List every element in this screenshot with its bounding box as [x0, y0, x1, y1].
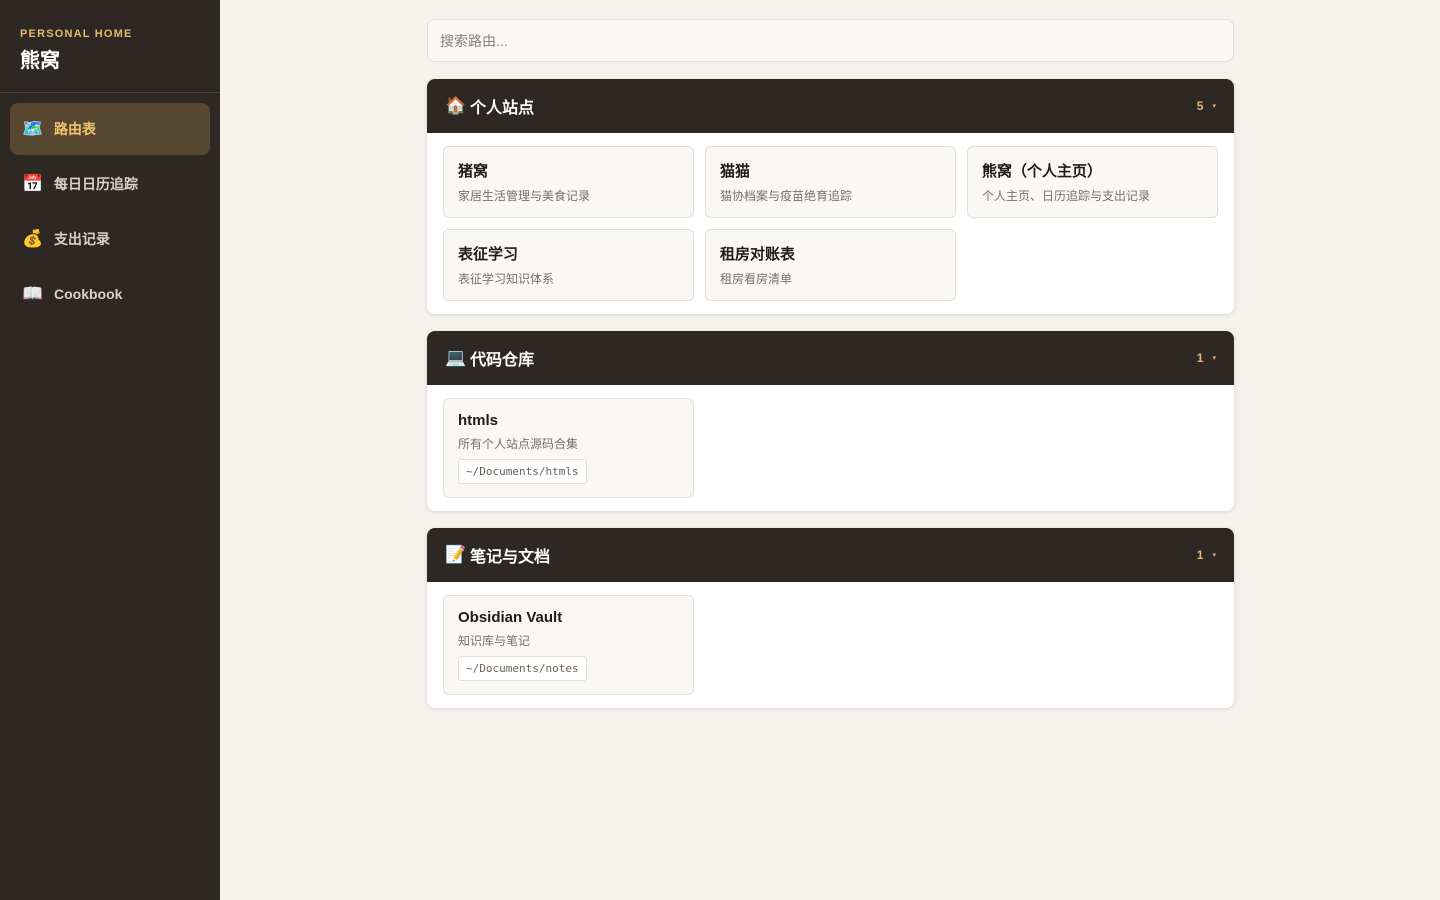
group-title: 💻 代码仓库	[445, 346, 534, 370]
card-description: 个人主页、日历追踪与支出记录	[982, 189, 1151, 203]
caret-down-icon[interactable]: ▾	[1212, 354, 1216, 362]
caret-down-icon[interactable]: ▾	[1212, 551, 1216, 559]
group-count: 1	[1196, 351, 1204, 365]
sidebar-item-cookbook[interactable]: 📖 Cookbook	[10, 268, 210, 320]
route-card[interactable]: Obsidian Vault 知识库与笔记 ~/Documents/notes	[443, 595, 694, 695]
laptop-icon: 💻	[445, 348, 467, 367]
sidebar-item-label: 路由表	[54, 121, 96, 137]
route-card[interactable]: 猪窝 家居生活管理与美食记录	[443, 146, 694, 218]
sidebar-item-routes[interactable]: 🗺️ 路由表	[10, 103, 210, 155]
group-header[interactable]: 📝 笔记与文档 1 ▾	[427, 528, 1234, 582]
sidebar-item-label: Cookbook	[54, 286, 123, 302]
group-title-label: 代码仓库	[470, 352, 535, 369]
card-title: 租房对账表	[720, 246, 796, 263]
sidebar-item-label: 支出记录	[54, 231, 110, 247]
route-group-personal-sites: 🏠 个人站点 5 ▾ 猪窝 家居生活管理与美食记录 猫猫 猫协档案与疫苗绝育追踪…	[427, 79, 1234, 314]
card-grid: Obsidian Vault 知识库与笔记 ~/Documents/notes	[427, 582, 1234, 708]
sidebar-nav: 🗺️ 路由表 📅 每日日历追踪 💰 支出记录 📖 Cookbook	[0, 93, 220, 333]
group-count: 1	[1196, 548, 1204, 562]
card-title: htmls	[458, 412, 499, 429]
card-title: Obsidian Vault	[458, 609, 563, 626]
group-title: 📝 笔记与文档	[445, 543, 550, 567]
card-path: ~/Documents/htmls	[458, 459, 587, 484]
route-group-code-repos: 💻 代码仓库 1 ▾ htmls 所有个人站点源码合集 ~/Documents/…	[427, 331, 1234, 511]
card-title: 猪窝	[458, 163, 489, 180]
house-icon: 🏠	[445, 96, 467, 115]
card-description: 家居生活管理与美食记录	[458, 189, 591, 203]
card-description: 猫协档案与疫苗绝育追踪	[720, 189, 853, 203]
brand: PERSONAL HOME 熊窝	[0, 0, 220, 93]
group-meta: 5 ▾	[1197, 99, 1216, 113]
sidebar-item-expenses[interactable]: 💰 支出记录	[10, 213, 210, 265]
group-header[interactable]: 💻 代码仓库 1 ▾	[427, 331, 1234, 385]
route-card[interactable]: htmls 所有个人站点源码合集 ~/Documents/htmls	[443, 398, 694, 498]
sidebar-item-calendar[interactable]: 📅 每日日历追踪	[10, 158, 210, 210]
group-count: 5	[1196, 99, 1204, 113]
route-card[interactable]: 表征学习 表征学习知识体系	[443, 229, 694, 301]
sidebar-item-label: 每日日历追踪	[54, 176, 138, 192]
map-icon: 🗺️	[22, 119, 44, 138]
card-title: 熊窝（个人主页）	[982, 163, 1103, 180]
route-card[interactable]: 熊窝（个人主页） 个人主页、日历追踪与支出记录	[967, 146, 1218, 218]
sidebar: PERSONAL HOME 熊窝 🗺️ 路由表 📅 每日日历追踪 💰 支出记录 …	[0, 0, 220, 900]
route-card[interactable]: 租房对账表 租房看房清单	[705, 229, 956, 301]
calendar-icon: 📅	[22, 174, 44, 193]
brand-title: 熊窝	[20, 50, 60, 72]
card-title: 猫猫	[720, 163, 751, 180]
route-card[interactable]: 猫猫 猫协档案与疫苗绝育追踪	[705, 146, 956, 218]
card-description: 所有个人站点源码合集	[458, 437, 579, 451]
caret-down-icon[interactable]: ▾	[1212, 102, 1216, 110]
main-content: 🏠 个人站点 5 ▾ 猪窝 家居生活管理与美食记录 猫猫 猫协档案与疫苗绝育追踪…	[427, 19, 1234, 708]
card-description: 租房看房清单	[720, 272, 793, 286]
route-group-notes-docs: 📝 笔记与文档 1 ▾ Obsidian Vault 知识库与笔记 ~/Docu…	[427, 528, 1234, 708]
book-icon: 📖	[22, 284, 44, 303]
money-bag-icon: 💰	[22, 229, 44, 248]
memo-icon: 📝	[445, 545, 467, 564]
search-input[interactable]	[427, 19, 1234, 62]
card-title: 表征学习	[458, 246, 519, 263]
card-grid: htmls 所有个人站点源码合集 ~/Documents/htmls	[427, 385, 1234, 511]
group-title: 🏠 个人站点	[445, 94, 534, 118]
group-title-label: 笔记与文档	[470, 549, 551, 566]
card-description: 表征学习知识体系	[458, 272, 555, 286]
group-meta: 1 ▾	[1197, 548, 1216, 562]
group-header[interactable]: 🏠 个人站点 5 ▾	[427, 79, 1234, 133]
group-title-label: 个人站点	[470, 100, 535, 117]
card-description: 知识库与笔记	[458, 634, 531, 648]
card-grid: 猪窝 家居生活管理与美食记录 猫猫 猫协档案与疫苗绝育追踪 熊窝（个人主页） 个…	[427, 133, 1234, 314]
brand-kicker: PERSONAL HOME	[20, 28, 133, 40]
group-meta: 1 ▾	[1197, 351, 1216, 365]
card-path: ~/Documents/notes	[458, 656, 587, 681]
